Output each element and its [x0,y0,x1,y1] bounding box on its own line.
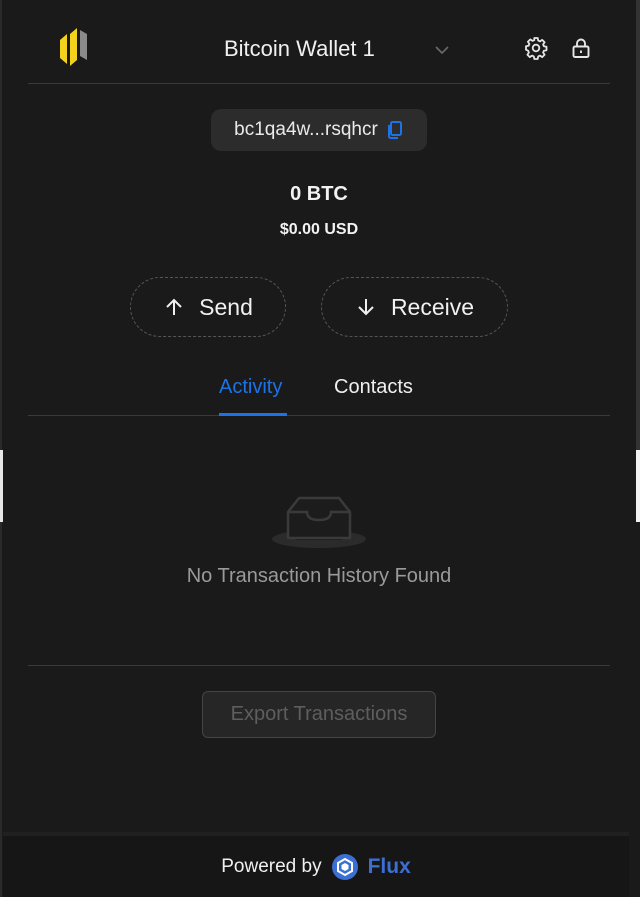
window-edge-left [0,0,2,897]
gear-icon[interactable] [524,36,548,60]
header: Bitcoin Wallet 1 [28,0,610,84]
flux-logo-icon[interactable] [331,854,358,880]
send-button[interactable]: Send [130,277,286,337]
wallet-address: bc1qa4w...rsqhcr [234,119,378,140]
tab-activity[interactable]: Activity [219,376,282,399]
receive-label: Receive [390,293,475,320]
lock-icon[interactable] [569,36,593,60]
tab-bar: Activity Contacts [28,368,610,416]
divider [28,665,610,666]
powered-by-label: Powered by [221,856,322,877]
chevron-down-icon[interactable] [432,40,452,60]
powered-by: Powered by Flux [3,854,629,880]
wallet-logo-icon [60,28,87,66]
active-tab-indicator [219,413,287,416]
arrow-down-icon [358,299,374,316]
wallet-name[interactable]: Bitcoin Wallet 1 [224,36,375,62]
send-label: Send [199,293,253,320]
empty-state-message: No Transaction History Found [186,565,452,587]
tab-contacts[interactable]: Contacts [334,376,413,399]
window-edge-right-highlight [636,450,640,522]
address-pill[interactable]: bc1qa4w...rsqhcr [211,109,427,151]
copy-icon[interactable] [386,120,404,140]
crypto-balance: 0 BTC [290,183,348,205]
receive-button[interactable]: Receive [321,277,508,337]
window-edge-right [636,0,640,450]
export-transactions-button[interactable]: Export Transactions [202,691,436,738]
arrow-up-icon [166,298,182,315]
flux-brand-link[interactable]: Flux [368,855,411,879]
fiat-balance: $0.00 USD [279,221,359,238]
footer: Powered by Flux [3,832,629,897]
wallet-panel: Bitcoin Wallet 1 bc1qa4w...rsqhcr 0 BTC … [3,0,635,897]
empty-inbox-icon [272,489,366,548]
